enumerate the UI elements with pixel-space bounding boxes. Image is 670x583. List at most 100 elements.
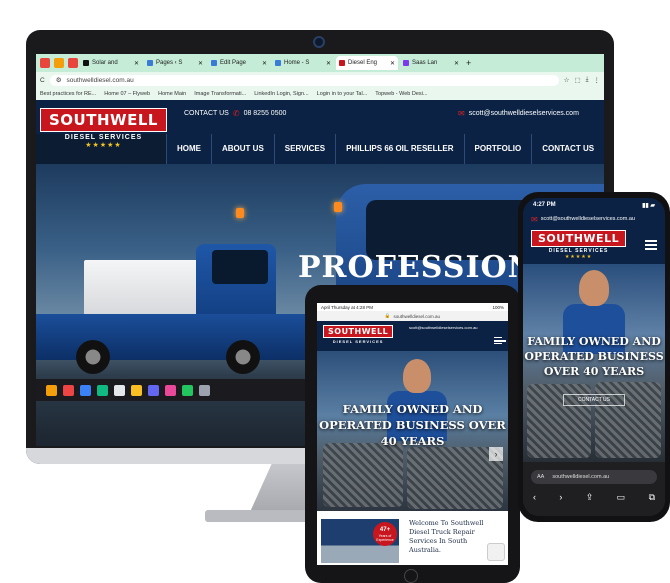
- tab-label: Home - S: [284, 60, 310, 66]
- phone-screen: 4:27 PM ▮▮ ▰ ✉ scott@southwelldieselserv…: [523, 198, 665, 516]
- signal-wifi-battery-icon: ▮▮ ▰: [642, 202, 655, 209]
- tab-solar[interactable]: Solar and ✕: [80, 56, 142, 70]
- tab-favicon-1[interactable]: [40, 58, 50, 68]
- tablet-menu-icon[interactable]: [494, 337, 506, 344]
- new-tab-icon[interactable]: +: [466, 58, 471, 68]
- taskbar-app-icon[interactable]: [80, 384, 91, 396]
- tablet-url-text: southwelldiesel.com.au: [393, 313, 441, 319]
- site-logo[interactable]: SOUTHWELL DIESEL SERVICES ★★★★★: [40, 108, 167, 149]
- nav-phillips[interactable]: PHILLIPS 66 OIL RESELLER: [335, 134, 463, 164]
- phone-url-text: southwelldiesel.com.au: [552, 474, 610, 480]
- tablet-screen: April Thursday at 4:28 PM 100% 🔒 southwe…: [317, 303, 508, 565]
- bookmark-item[interactable]: Best practices for RE...: [40, 91, 96, 97]
- phone-menu-icon[interactable]: [645, 240, 657, 250]
- truck-beacon: [334, 202, 342, 212]
- contact-phone[interactable]: CONTACT US ✆ 08 8255 0500: [184, 109, 286, 118]
- taskbar-app-icon[interactable]: [114, 384, 125, 396]
- tab-saas-lan[interactable]: Saas Lan ✕: [400, 56, 462, 70]
- phone-browser-bar: AA southwelldiesel.com.au ‹ › ⇪ ▭ ⧉: [523, 462, 665, 516]
- tablet-url-bar[interactable]: 🔒 southwelldiesel.com.au: [317, 311, 508, 321]
- reader-aa-button[interactable]: AA: [537, 474, 544, 480]
- tab-favicon-2[interactable]: [54, 58, 64, 68]
- close-icon[interactable]: ✕: [454, 60, 459, 67]
- logo-name: SOUTHWELL: [40, 108, 167, 132]
- mail-icon: ✉: [458, 109, 465, 118]
- phone-number: 08 8255 0500: [243, 110, 287, 117]
- tablet-hero-title: FAMILY OWNED AND OPERATED BUSINESS OVER …: [319, 402, 506, 448]
- nav-about[interactable]: ABOUT US: [211, 134, 274, 164]
- phone-status-bar: 4:27 PM ▮▮ ▰: [523, 198, 665, 212]
- share-icon[interactable]: ⇪: [586, 492, 594, 503]
- bookmark-item[interactable]: Home Main: [158, 91, 186, 97]
- logo-stars: ★★★★★: [564, 254, 593, 260]
- menu-icon[interactable]: ⋮: [594, 76, 601, 84]
- badge-number: 47+: [379, 527, 391, 533]
- bookmark-item[interactable]: LinkedIn Login, Sign...: [254, 91, 308, 97]
- tablet-status-bar: April Thursday at 4:28 PM 100%: [317, 303, 508, 311]
- tabs-icon[interactable]: ⧉: [649, 492, 655, 503]
- tablet-home-button[interactable]: [404, 569, 418, 583]
- tab-favicon-3[interactable]: [68, 58, 78, 68]
- address-bar-row: C ⚙ southwelldiesel.com.au ☆ ⬚ ⤓ ⋮: [36, 72, 604, 88]
- taskbar-app-icon[interactable]: [97, 384, 108, 396]
- bookmarks-icon[interactable]: ▭: [617, 492, 626, 503]
- nav-services[interactable]: SERVICES: [273, 134, 335, 164]
- nav-home[interactable]: HOME: [166, 134, 211, 164]
- tablet-logo[interactable]: SOUTHWELL DIESEL SERVICES: [323, 325, 394, 344]
- taskbar-app-icon[interactable]: [165, 384, 176, 396]
- phone-email-row[interactable]: ✉ scott@southwelldieselservices.com.au: [523, 212, 665, 226]
- url-field[interactable]: ⚙ southwelldiesel.com.au: [49, 74, 559, 86]
- phone-hero: FAMILY OWNED AND OPERATED BUSINESS OVER …: [523, 264, 665, 462]
- phone-logo[interactable]: SOUTHWELL DIESEL SERVICES ★★★★★: [531, 230, 627, 260]
- extensions-icon[interactable]: ⬚: [574, 76, 580, 84]
- close-icon[interactable]: ✕: [134, 60, 139, 67]
- taskbar-app-icon[interactable]: [63, 384, 74, 396]
- back-icon[interactable]: ‹: [533, 492, 536, 503]
- bookmark-item[interactable]: Home 07 – Flyweb: [104, 91, 150, 97]
- download-icon[interactable]: ⤓: [586, 76, 589, 84]
- tab-home[interactable]: Home - S ✕: [272, 56, 334, 70]
- reload-icon[interactable]: C: [40, 77, 45, 84]
- taskbar-app-icon[interactable]: [148, 384, 159, 396]
- nav-contact[interactable]: CONTACT US: [531, 134, 604, 164]
- tab-pages[interactable]: Pages ‹ S ✕: [144, 56, 206, 70]
- phone-device: 4:27 PM ▮▮ ▰ ✉ scott@southwelldieselserv…: [518, 192, 670, 522]
- tab-label: Saas Lan: [412, 60, 438, 66]
- taskbar-app-icon[interactable]: [131, 384, 142, 396]
- star-icon[interactable]: ☆: [564, 76, 570, 84]
- logo-name: SOUTHWELL: [323, 325, 394, 338]
- close-icon[interactable]: ✕: [262, 60, 267, 67]
- logo-sub: DIESEL SERVICES: [64, 134, 143, 141]
- bookmark-item[interactable]: Topweb - Web Desi...: [375, 91, 427, 97]
- nav-portfolio[interactable]: PORTFOLIO: [463, 134, 532, 164]
- browser-tab-bar: Solar and ✕ Pages ‹ S ✕ Edit Page ✕ Home - …: [36, 54, 604, 72]
- contact-email[interactable]: ✉ scott@southwelldieselservices.com: [458, 109, 579, 118]
- tablet-time: April Thursday at 4:28 PM: [321, 304, 373, 310]
- close-icon[interactable]: ✕: [326, 60, 331, 67]
- bookmark-item[interactable]: Image Transformati...: [194, 91, 246, 97]
- taskbar-app-icon[interactable]: [182, 384, 193, 396]
- phone-url-field[interactable]: AA southwelldiesel.com.au: [531, 470, 657, 484]
- logo-sub: DIESEL SERVICES: [332, 339, 384, 344]
- tablet-email[interactable]: scott@southwelldieselservices.com.au: [409, 325, 478, 330]
- phone-site-header: SOUTHWELL DIESEL SERVICES ★★★★★: [523, 226, 665, 264]
- taskbar-app-icon[interactable]: [199, 384, 210, 396]
- taskbar-app-icon[interactable]: [46, 384, 57, 396]
- close-icon[interactable]: ✕: [198, 60, 203, 67]
- site-info-icon[interactable]: ⚙: [56, 76, 62, 84]
- close-icon[interactable]: ✕: [390, 60, 395, 67]
- main-nav: HOME ABOUT US SERVICES PHILLIPS 66 OIL R…: [166, 134, 604, 164]
- phone-time: 4:27 PM: [533, 202, 556, 208]
- mail-icon: ✉: [531, 214, 538, 224]
- forward-icon[interactable]: ›: [559, 492, 562, 503]
- tab-edit-page[interactable]: Edit Page ✕: [208, 56, 270, 70]
- slider-next-icon[interactable]: ›: [489, 447, 503, 461]
- bookmark-item[interactable]: Login in to your Tal...: [317, 91, 368, 97]
- tab-diesel-eng[interactable]: Diesel Eng ✕: [336, 56, 398, 70]
- phone-email: scott@southwelldieselservices.com.au: [540, 216, 635, 222]
- contact-us-button[interactable]: CONTACT US: [563, 394, 625, 406]
- tablet-site-header: SOUTHWELL DIESEL SERVICES scott@southwel…: [317, 321, 508, 351]
- logo-name: SOUTHWELL: [531, 230, 627, 247]
- truck-wheel: [226, 340, 260, 374]
- phone-icon: ✆: [232, 109, 240, 118]
